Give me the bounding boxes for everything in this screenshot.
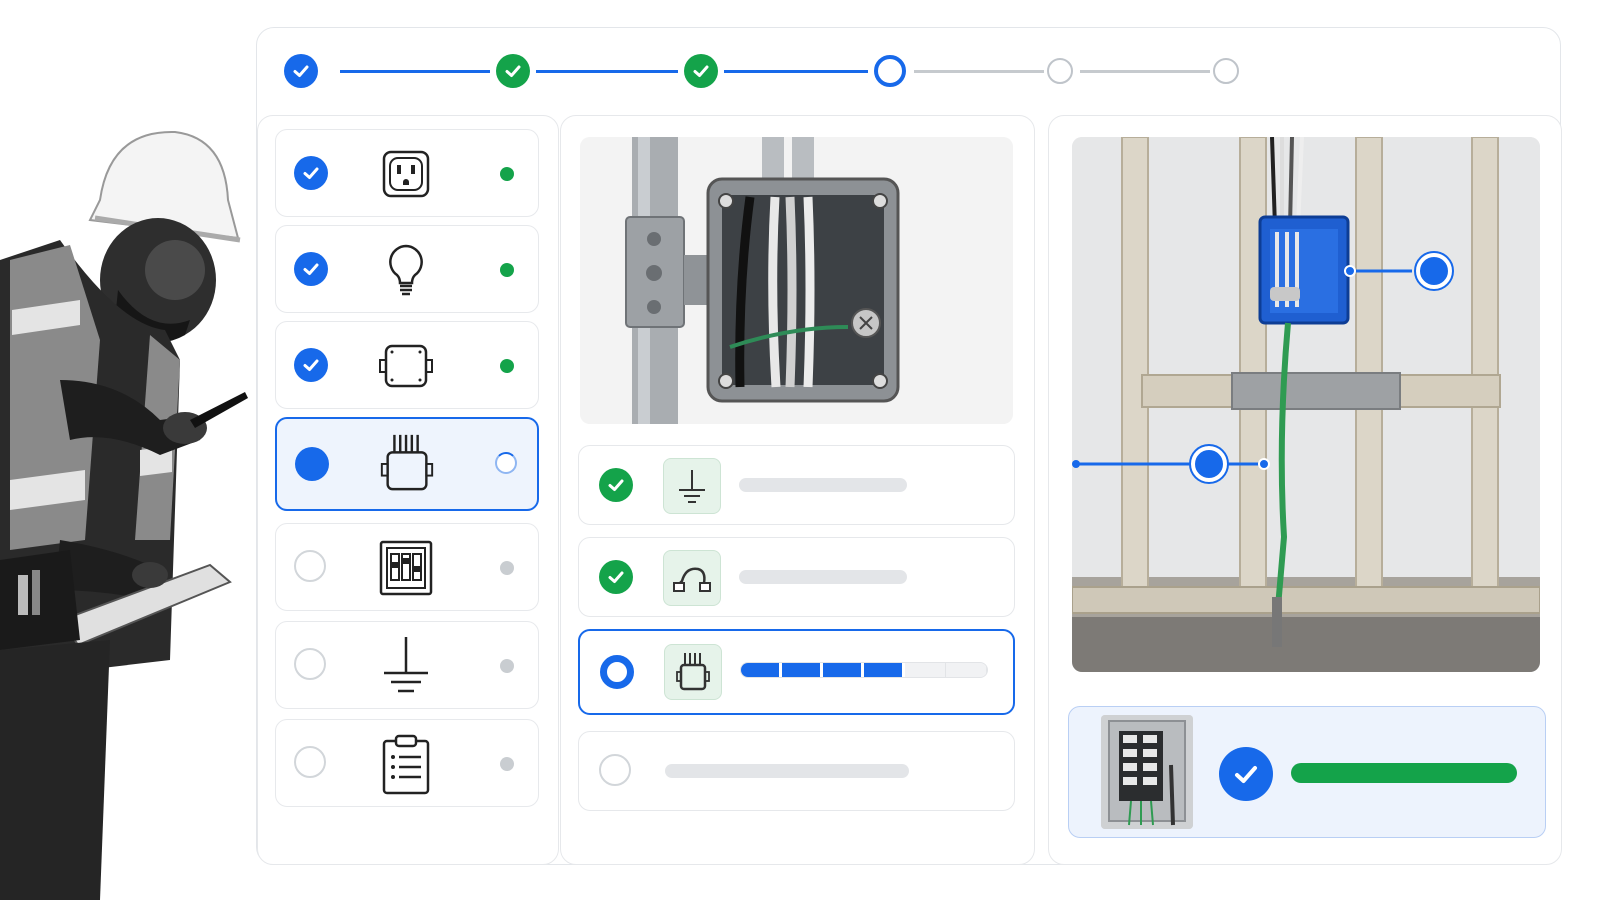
ground-icon xyxy=(376,636,436,696)
step-connector xyxy=(340,70,490,73)
outlet-icon xyxy=(376,144,436,204)
step-3-complete[interactable] xyxy=(684,54,718,88)
progress-segment-filled xyxy=(864,663,905,677)
checklist-item-strap[interactable] xyxy=(578,537,1015,617)
status-dot-pending xyxy=(500,757,514,771)
step-connector xyxy=(914,70,1044,73)
progress-segment-empty xyxy=(945,663,987,677)
task-radio-selected[interactable] xyxy=(295,447,329,481)
task-checkbox[interactable] xyxy=(294,746,326,778)
step-connector xyxy=(536,70,678,73)
step-5-upcoming[interactable] xyxy=(1047,58,1073,84)
junction-box-wires-icon xyxy=(664,644,722,700)
completion-check-icon xyxy=(1219,747,1273,801)
checklist-item-box-wiring[interactable] xyxy=(578,629,1015,715)
wiring-progress-bar xyxy=(740,662,988,678)
progress-segment-filled xyxy=(782,663,823,677)
checkmark-icon xyxy=(608,571,624,583)
task-checkbox[interactable] xyxy=(294,156,328,190)
light-bulb-icon xyxy=(376,240,436,300)
task-item-junction-box[interactable] xyxy=(275,321,539,409)
progress-segment-empty xyxy=(905,663,946,677)
checkmark-icon xyxy=(303,167,319,179)
task-item-breaker-panel[interactable] xyxy=(275,523,539,611)
step-connector xyxy=(724,70,868,73)
conduit-strap-icon xyxy=(663,550,721,606)
completion-summary[interactable] xyxy=(1068,706,1546,838)
task-item-light[interactable] xyxy=(275,225,539,313)
task-item-ground[interactable] xyxy=(275,621,539,709)
task-checkbox[interactable] xyxy=(294,252,328,286)
task-checkbox[interactable] xyxy=(294,550,326,582)
checkmark-icon xyxy=(293,65,309,77)
step-4-current[interactable] xyxy=(874,55,906,87)
status-dot-complete xyxy=(500,167,514,181)
checkmark-icon xyxy=(303,359,319,371)
step-6-upcoming[interactable] xyxy=(1213,58,1239,84)
step-connector xyxy=(1080,70,1210,73)
task-item-outlet[interactable] xyxy=(275,129,539,217)
task-item-inspection-checklist[interactable] xyxy=(275,719,539,807)
checkmark-icon xyxy=(608,479,624,491)
completion-progress-bar xyxy=(1291,763,1517,783)
checklist-check-empty[interactable] xyxy=(599,754,631,786)
checkmark-icon xyxy=(303,263,319,275)
page xyxy=(0,0,1600,900)
checkmark-icon xyxy=(693,65,709,77)
progress-stepper xyxy=(284,52,1270,92)
placeholder-text-bar xyxy=(739,478,907,492)
status-dot-complete xyxy=(500,359,514,373)
checklist-item-pending[interactable] xyxy=(578,731,1015,811)
electrician-figure xyxy=(0,130,248,900)
checkmark-icon xyxy=(505,65,521,77)
task-checkbox[interactable] xyxy=(294,648,326,680)
junction-box-wires-icon xyxy=(377,433,437,493)
ground-icon xyxy=(663,458,721,514)
status-dot-pending xyxy=(500,659,514,673)
breaker-panel-icon xyxy=(376,538,436,598)
task-checkbox[interactable] xyxy=(294,348,328,382)
junction-box-icon xyxy=(376,336,436,396)
loading-spinner-icon xyxy=(495,452,517,474)
clipboard-icon xyxy=(376,734,436,795)
checklist-radio-current[interactable] xyxy=(600,655,634,689)
checklist-check-complete[interactable] xyxy=(599,468,633,502)
checklist-item-grounding[interactable] xyxy=(578,445,1015,525)
wall-installation-photo xyxy=(1072,137,1540,672)
step-1-complete[interactable] xyxy=(284,54,318,88)
progress-segment-filled xyxy=(741,663,782,677)
task-item-junction-box-wiring[interactable] xyxy=(275,417,539,511)
placeholder-text-bar xyxy=(739,570,907,584)
placeholder-text-bar xyxy=(665,764,909,778)
breaker-panel-photo xyxy=(1101,715,1193,829)
checklist-check-complete[interactable] xyxy=(599,560,633,594)
status-dot-complete xyxy=(500,263,514,277)
status-dot-pending xyxy=(500,561,514,575)
step-2-complete[interactable] xyxy=(496,54,530,88)
junction-box-photo xyxy=(580,137,1013,424)
progress-segment-filled xyxy=(823,663,864,677)
